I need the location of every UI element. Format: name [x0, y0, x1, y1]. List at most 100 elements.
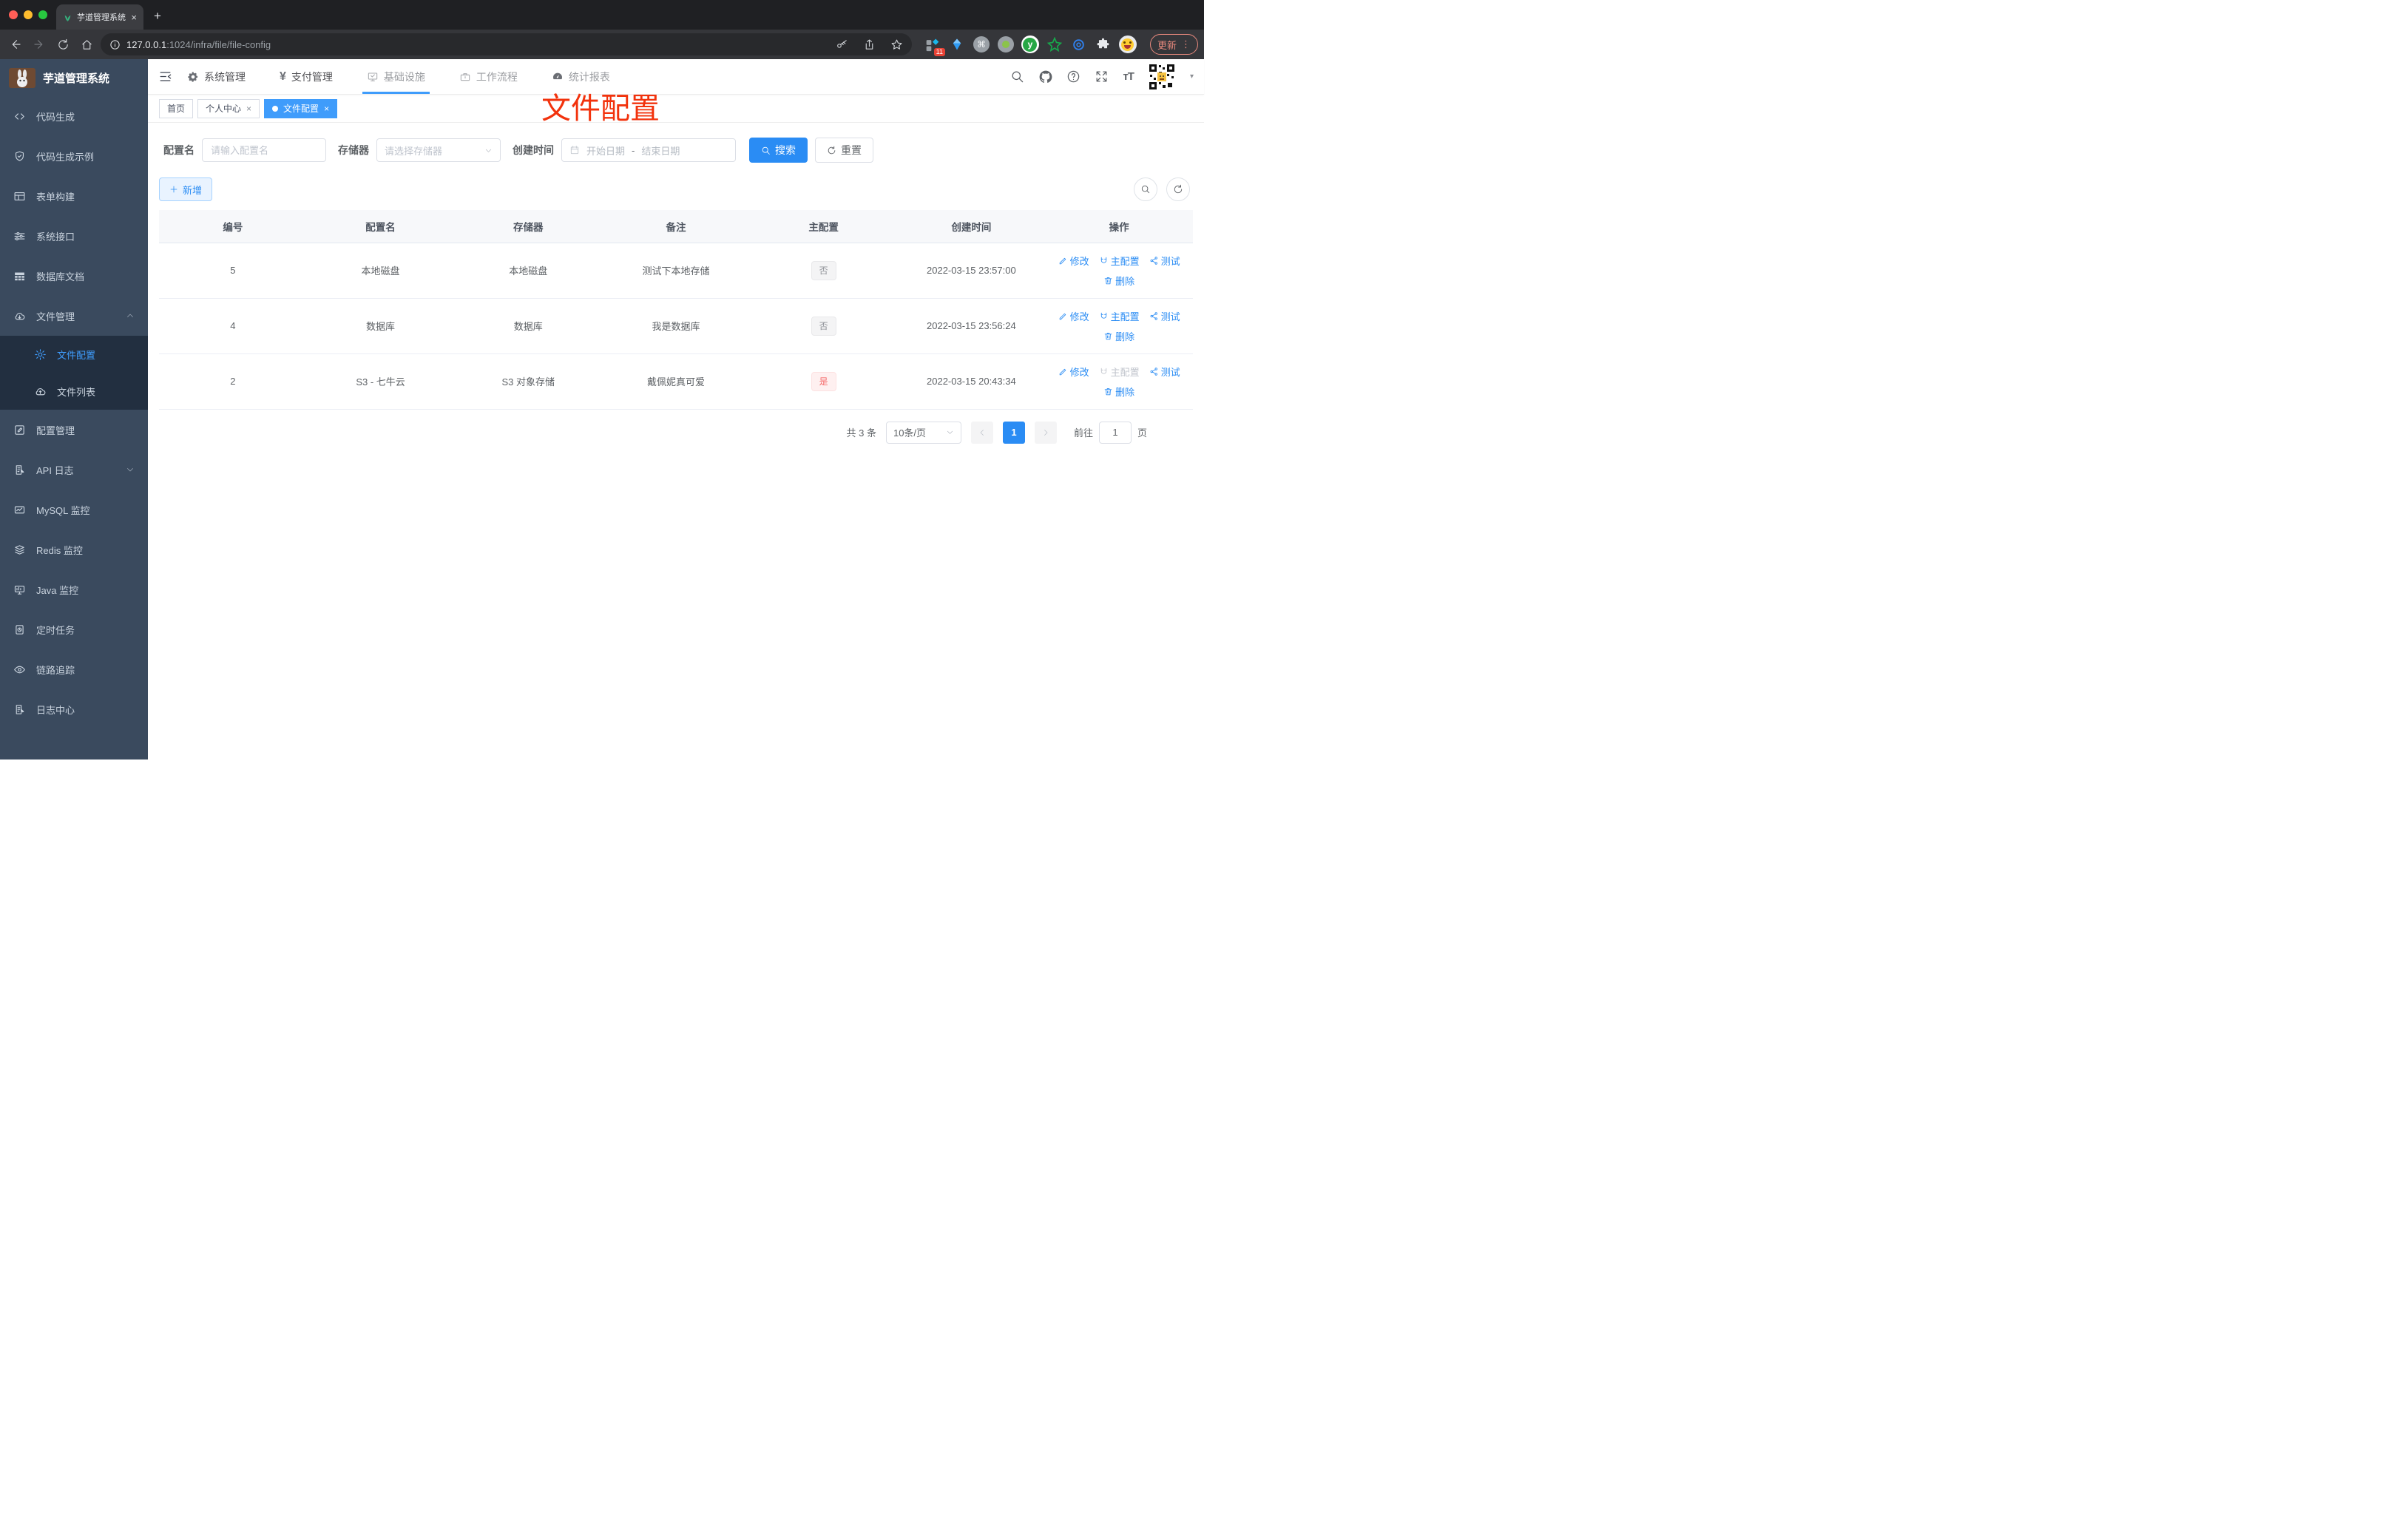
delete-link[interactable]: 删除: [1103, 385, 1134, 399]
browser-tab[interactable]: 芋道管理系统 ×: [56, 4, 143, 30]
nav-workflow[interactable]: 工作流程: [459, 59, 518, 94]
zoom-window-button[interactable]: [38, 10, 47, 19]
collapse-sidebar-icon[interactable]: [158, 70, 172, 84]
page-unit-label: 页: [1137, 427, 1147, 439]
edit-link[interactable]: 修改: [1058, 309, 1089, 323]
edit-link[interactable]: 修改: [1058, 254, 1089, 268]
home-icon[interactable]: [77, 35, 96, 54]
url-text[interactable]: 127.0.0.1:1024/infra/file/file-config: [126, 39, 271, 50]
refresh-table-button[interactable]: [1166, 177, 1190, 201]
share-icon[interactable]: [863, 38, 876, 51]
search-button[interactable]: 搜索: [749, 138, 808, 163]
start-date-placeholder[interactable]: 开始日期: [586, 143, 625, 158]
primary-status-badge: 是: [811, 371, 836, 391]
sidebar-item-log-center[interactable]: 日志中心: [0, 689, 148, 729]
sidebar-item-form-builder[interactable]: 表单构建: [0, 176, 148, 216]
tag-home[interactable]: 首页: [159, 98, 194, 118]
browser-menu-icon[interactable]: ⋮: [1181, 38, 1191, 50]
tag-file-config[interactable]: 文件配置 ×: [264, 98, 338, 118]
close-window-button[interactable]: [9, 10, 18, 19]
url-bar[interactable]: 127.0.0.1:1024/infra/file/file-config: [101, 33, 912, 55]
close-icon[interactable]: ×: [246, 104, 251, 114]
sidebar-item-file-management[interactable]: 文件管理: [0, 296, 148, 336]
yudao-extension-icon[interactable]: y: [1021, 35, 1039, 53]
nav-system-management[interactable]: 系统管理: [187, 59, 246, 94]
close-icon[interactable]: ×: [324, 104, 329, 114]
sidebar-item-config-management[interactable]: 配置管理: [0, 410, 148, 450]
sidebar-item-tracing[interactable]: 链路追踪: [0, 649, 148, 689]
storage-select[interactable]: 请选择存储器: [376, 138, 501, 162]
back-icon[interactable]: [6, 35, 25, 54]
col-storage: 存储器: [454, 210, 603, 243]
set-master-link[interactable]: 主配置: [1099, 309, 1140, 323]
help-icon[interactable]: [1066, 70, 1080, 84]
date-range-picker[interactable]: 开始日期 - 结束日期: [561, 138, 736, 162]
test-link[interactable]: 测试: [1149, 254, 1180, 268]
minimize-window-button[interactable]: [24, 10, 33, 19]
col-remark: 备注: [602, 210, 750, 243]
window-controls: [9, 10, 47, 19]
tag-profile[interactable]: 个人中心 ×: [197, 98, 260, 118]
star-extension-icon[interactable]: [1046, 35, 1063, 53]
reload-icon[interactable]: [53, 35, 72, 54]
dot-extension-icon[interactable]: [997, 35, 1015, 53]
sidebar-item-file-list[interactable]: 文件列表: [0, 373, 148, 410]
trash-icon: [1103, 331, 1113, 341]
user-avatar-qr[interactable]: [1147, 62, 1176, 91]
sidebar-item-api-log[interactable]: API 日志: [0, 450, 148, 490]
goto-page-input[interactable]: [1098, 421, 1132, 444]
annotation-overlay-text: 文件配置: [541, 92, 660, 125]
bookmark-star-icon[interactable]: [890, 38, 903, 51]
tab-close-icon[interactable]: ×: [131, 12, 137, 23]
show-search-button[interactable]: [1134, 177, 1157, 201]
nav-payment-management[interactable]: ¥ 支付管理: [280, 59, 333, 94]
set-master-link[interactable]: 主配置: [1099, 254, 1140, 268]
reset-button[interactable]: 重置: [815, 138, 873, 163]
emoji-extension-icon[interactable]: [1118, 35, 1137, 53]
password-key-icon[interactable]: [836, 38, 848, 51]
add-button[interactable]: 新增: [159, 177, 213, 201]
config-name-input[interactable]: [202, 138, 326, 162]
sidebar-item-file-config[interactable]: 文件配置: [0, 336, 148, 373]
test-link[interactable]: 测试: [1149, 309, 1180, 323]
delete-link[interactable]: 删除: [1103, 274, 1134, 288]
page-size-select[interactable]: 10条/页: [885, 421, 961, 444]
sidebar-item-system-api[interactable]: 系统接口: [0, 216, 148, 256]
sidebar-item-db-doc[interactable]: 数据库文档: [0, 256, 148, 296]
col-name: 配置名: [306, 210, 455, 243]
eye-extension-icon[interactable]: [1070, 35, 1088, 53]
yen-icon: ¥: [280, 70, 286, 83]
share-nodes-icon: [1149, 256, 1159, 265]
next-page-button[interactable]: [1034, 421, 1057, 444]
tampermonkey-extension-icon[interactable]: 11: [924, 35, 945, 56]
active-dot: [272, 105, 279, 112]
site-info-icon[interactable]: [109, 39, 121, 50]
nav-infrastructure[interactable]: 基础设施: [362, 59, 430, 94]
sidebar-item-code-demo[interactable]: 代码生成示例: [0, 136, 148, 176]
chevron-up-icon: [126, 311, 135, 320]
current-page-button[interactable]: 1: [1002, 421, 1025, 444]
chrome-update-button[interactable]: 更新 ⋮: [1149, 34, 1198, 55]
sidebar-item-scheduled-tasks[interactable]: 定时任务: [0, 609, 148, 649]
delete-link[interactable]: 删除: [1103, 329, 1134, 343]
forward-icon[interactable]: [30, 35, 49, 54]
new-tab-button[interactable]: +: [154, 9, 161, 24]
sidebar-item-redis-monitor[interactable]: Redis 监控: [0, 530, 148, 569]
sidebar-item-code-gen[interactable]: 代码生成: [0, 96, 148, 136]
sidebar-item-mysql-monitor[interactable]: MySQL 监控: [0, 490, 148, 530]
search-icon[interactable]: [1010, 70, 1024, 84]
command-extension-icon[interactable]: ⌘: [973, 35, 990, 53]
browser-toolbar: 127.0.0.1:1024/infra/file/file-config 11…: [0, 30, 1204, 59]
fullscreen-icon[interactable]: [1095, 70, 1109, 84]
test-link[interactable]: 测试: [1149, 365, 1180, 379]
puzzle-extensions-icon[interactable]: [1095, 35, 1112, 53]
end-date-placeholder[interactable]: 结束日期: [641, 143, 680, 158]
gem-extension-icon[interactable]: [948, 35, 966, 53]
avatar-caret-icon[interactable]: ▾: [1190, 72, 1194, 81]
edit-link[interactable]: 修改: [1058, 365, 1089, 379]
font-size-icon[interactable]: тT: [1123, 70, 1134, 83]
github-icon[interactable]: [1038, 70, 1052, 84]
sidebar-item-java-monitor[interactable]: Java 监控: [0, 569, 148, 609]
file-config-table: 编号 配置名 存储器 备注 主配置 创建时间 操作 5 本地磁盘 本地磁盘 测试: [159, 210, 1193, 410]
prev-page-button[interactable]: [970, 421, 993, 444]
